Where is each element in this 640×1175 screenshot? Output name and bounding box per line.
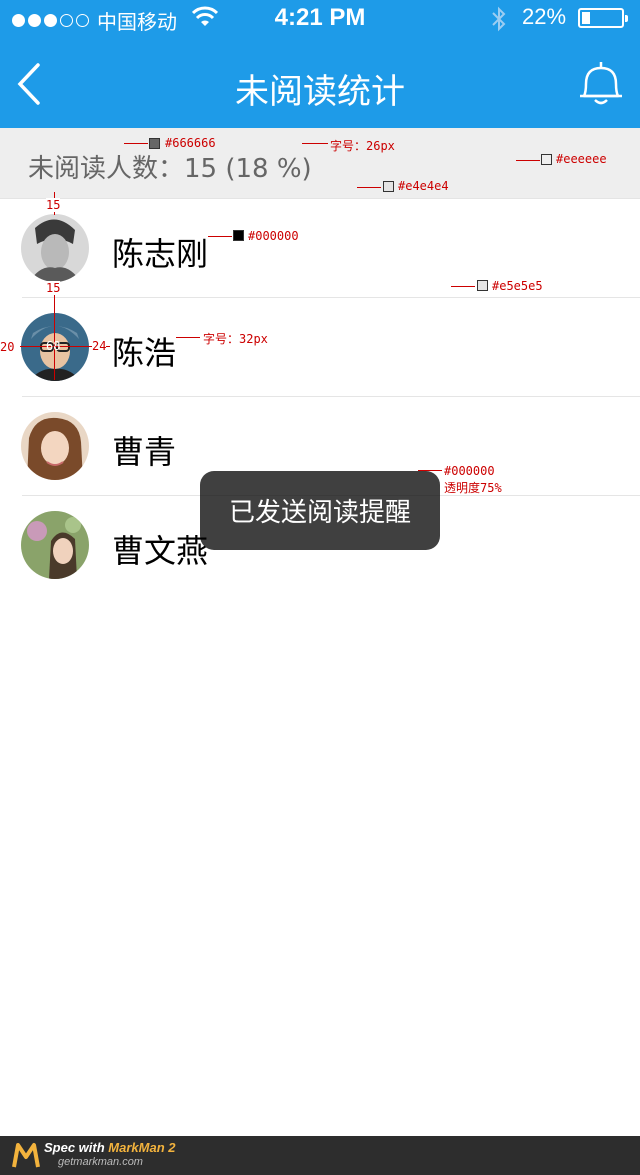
avatar	[21, 511, 89, 579]
user-name: 曹青	[112, 433, 177, 471]
battery-percent: 22%	[522, 4, 567, 29]
brand-name: MarkMan 2	[108, 1140, 176, 1155]
user-name: 曹文燕	[112, 532, 209, 570]
list-item[interactable]: 陈志刚	[0, 199, 640, 298]
avatar	[21, 214, 89, 282]
annotation-leader	[357, 187, 381, 188]
bell-icon[interactable]	[576, 58, 626, 108]
annotation-leader	[516, 160, 540, 161]
annotation-summary-border: #e4e4e4	[398, 179, 449, 193]
annotation-leader	[124, 143, 148, 144]
spacing-top-label: 15	[46, 198, 61, 212]
annotation-summary-bg: #eeeeee	[556, 152, 607, 166]
annotation-name-color: #000000	[248, 229, 299, 243]
color-swatch	[233, 230, 244, 241]
annotation-row-separator: #e5e5e5	[492, 279, 543, 293]
user-name: 陈浩	[112, 334, 177, 372]
color-swatch	[383, 181, 394, 192]
annotation-name-font: 字号：32px	[203, 332, 268, 346]
battery-icon	[578, 8, 628, 28]
color-swatch	[541, 154, 552, 165]
annotation-leader	[418, 470, 442, 471]
annotation-summary-font: 字号：26px	[330, 139, 395, 153]
avatar-left-label: 20	[0, 340, 15, 354]
color-swatch	[477, 280, 488, 291]
annotation-summary-color: #666666	[165, 136, 216, 150]
color-swatch	[149, 138, 160, 149]
markman-footer: Spec with MarkMan 2 getmarkman.com	[0, 1136, 640, 1175]
nav-bar: 未阅读统计	[0, 40, 640, 128]
unread-count-label: 未阅读人数：15 (18 %)	[28, 154, 312, 184]
status-bar: 中国移动 4:21 PM 22%	[0, 0, 640, 40]
annotation-leader	[451, 286, 475, 287]
annotation-toast-color: #000000	[444, 464, 495, 478]
annotation-toast-opacity: 透明度75%	[444, 481, 502, 495]
annotation-leader	[176, 337, 200, 338]
toast-message: 已发送阅读提醒	[200, 471, 440, 550]
avatar	[21, 412, 89, 480]
avatar-size-label: 68	[46, 339, 61, 353]
user-name: 陈志刚	[112, 235, 209, 273]
avatar-gap-label: 24	[92, 339, 107, 353]
annotation-leader	[302, 143, 328, 144]
spacing-between-label: 15	[46, 281, 61, 295]
bluetooth-icon	[492, 6, 506, 32]
annotation-leader	[208, 236, 232, 237]
spec-text: Spec with	[44, 1140, 109, 1155]
spec-label: Spec with MarkMan 2	[44, 1140, 176, 1155]
markman-logo-icon	[12, 1143, 40, 1168]
footer-url: getmarkman.com	[58, 1156, 143, 1168]
page-title: 未阅读统计	[235, 72, 405, 112]
